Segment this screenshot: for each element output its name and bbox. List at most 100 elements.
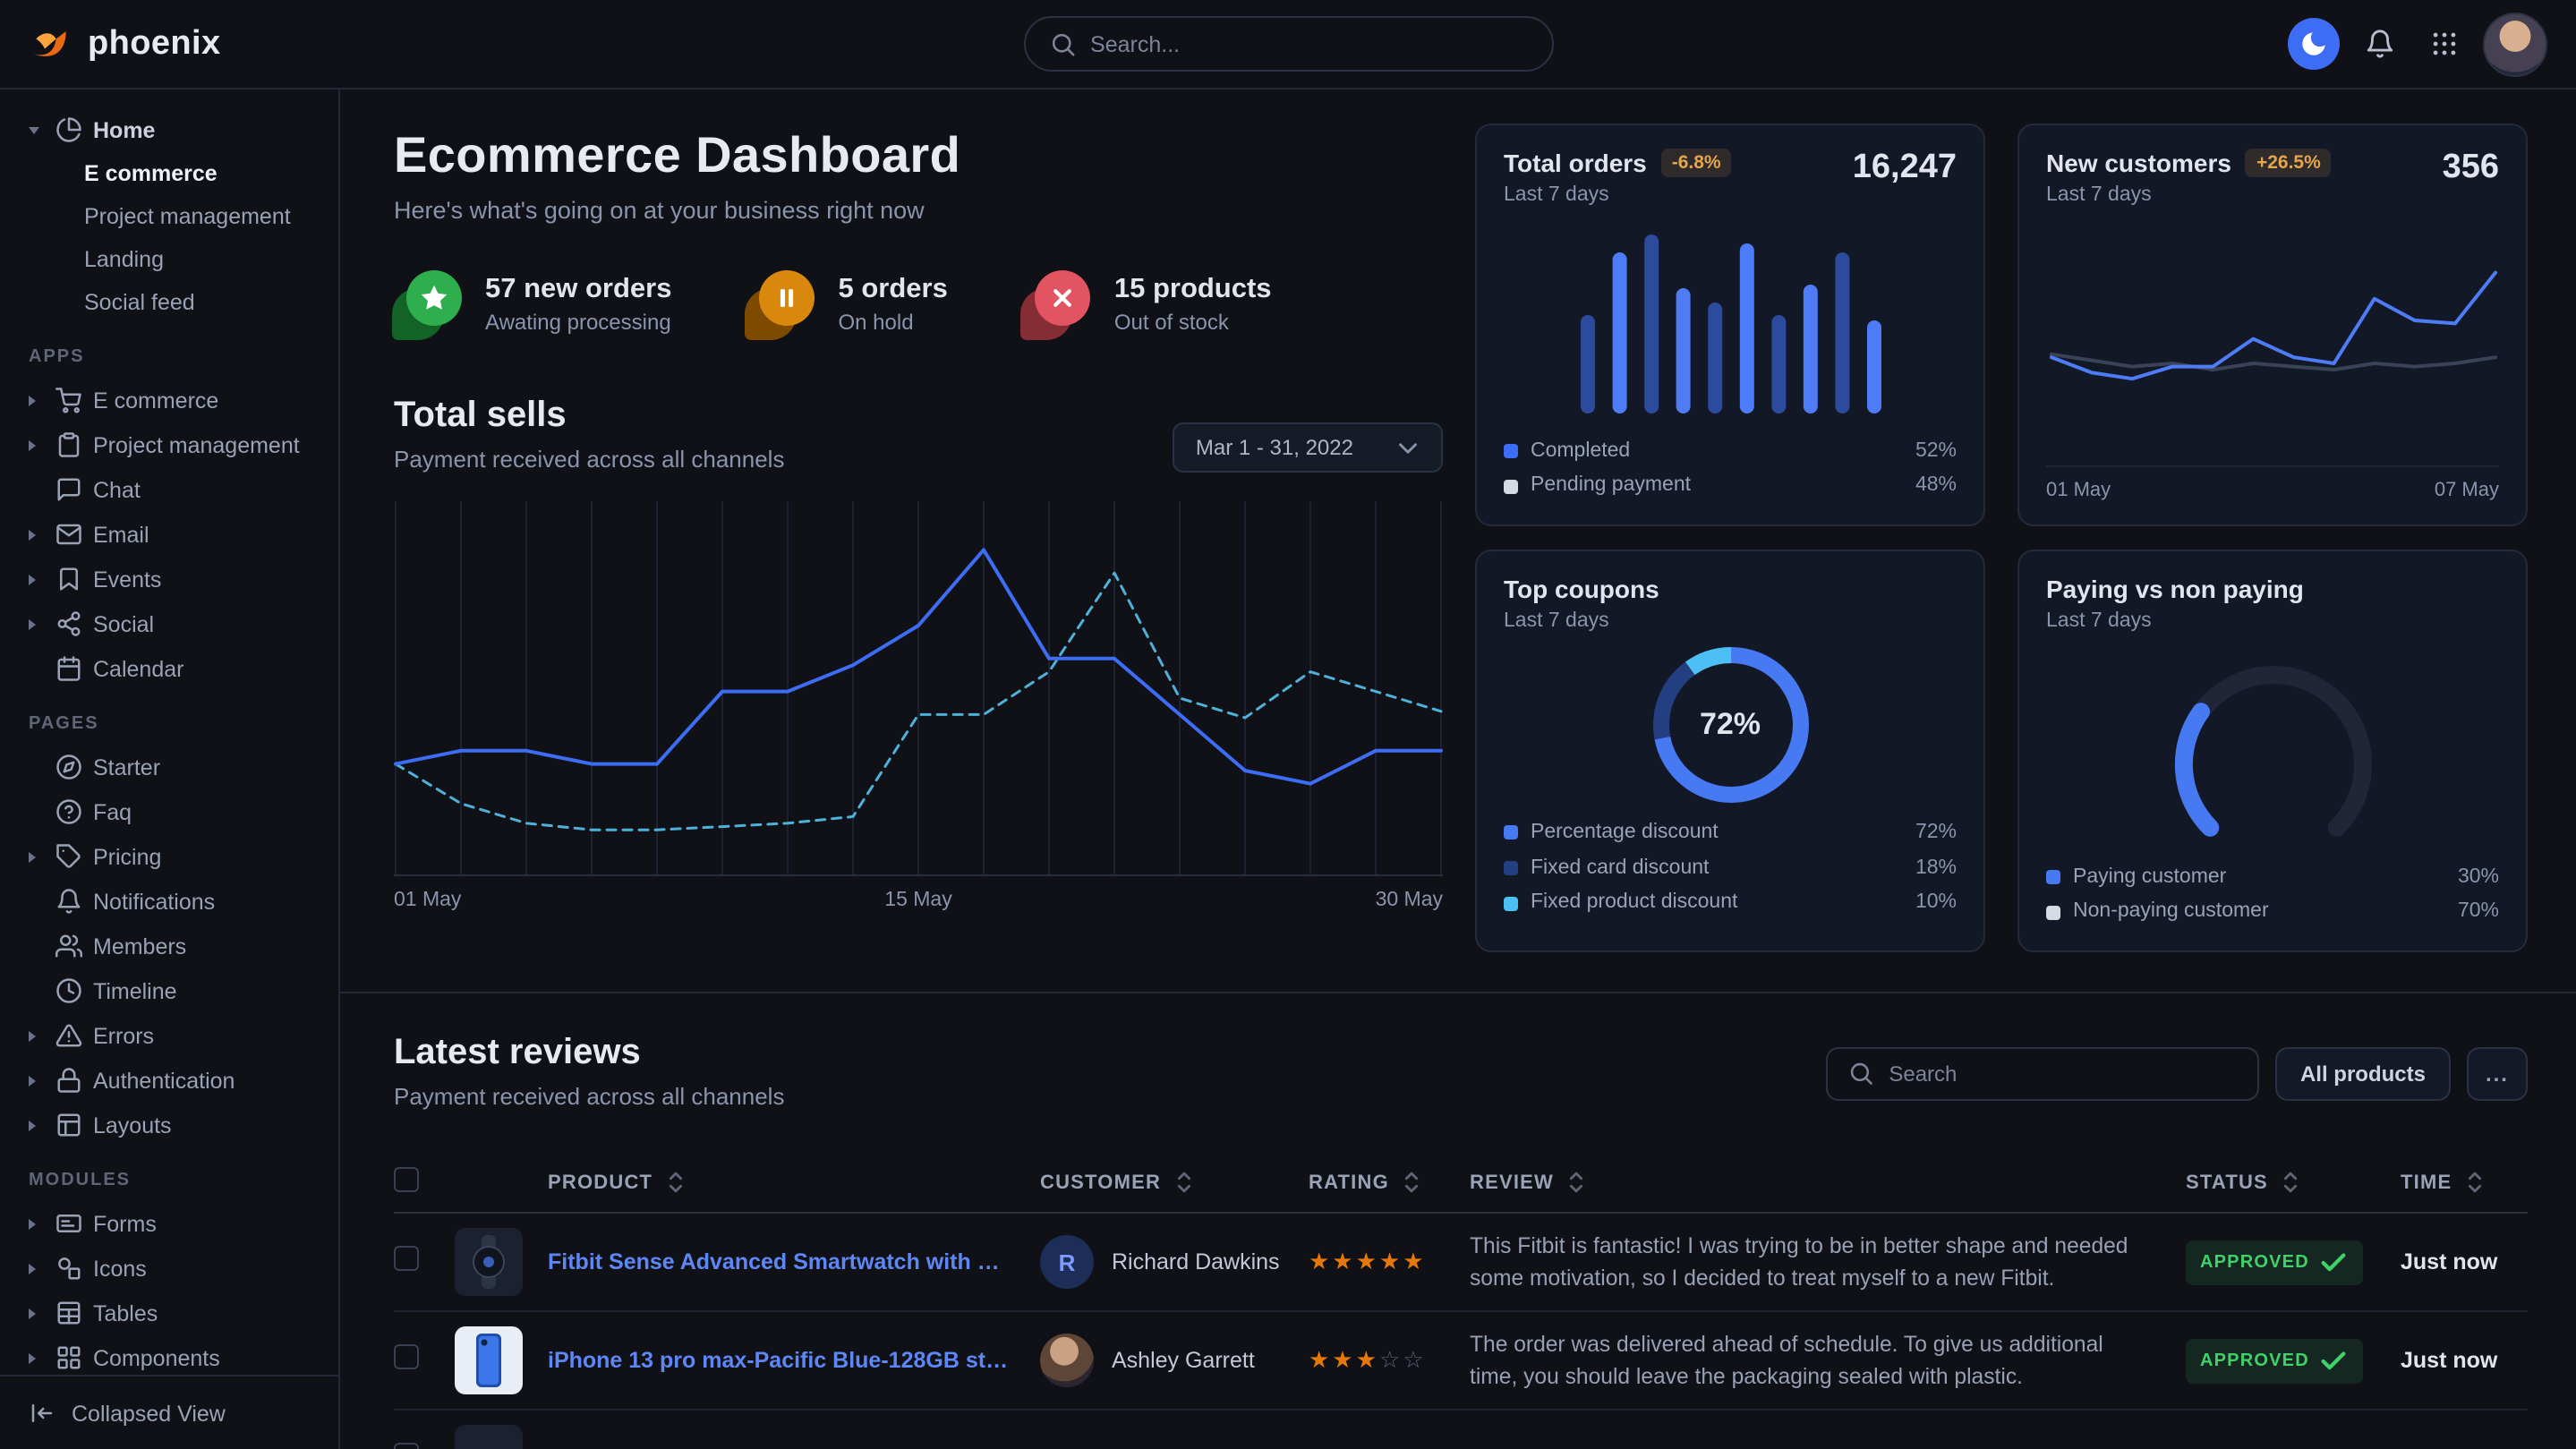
sidebar-item-social-feed[interactable]: Social feed [18, 281, 324, 324]
dashboard-top: Ecommerce Dashboard Here's what's going … [394, 89, 2528, 952]
global-search-input[interactable] [1090, 31, 1528, 56]
phoenix-logo-icon [29, 21, 73, 66]
sort-icon [2459, 1167, 2489, 1198]
total-orders-card: Total orders -6.8% Last 7 days 16,247 Co… [1475, 124, 1985, 526]
card-title: Top coupons [1504, 575, 1659, 603]
top-coupons-donut-chart: 72% [1644, 639, 1816, 811]
total-sells-subtitle: Payment received across all channels [394, 446, 784, 473]
collapse-icon [29, 1400, 55, 1427]
card-period: Last 7 days [2046, 610, 2304, 632]
sidebar-item-calendar[interactable]: Calendar [18, 646, 324, 691]
row-checkbox[interactable] [394, 1245, 419, 1270]
x-tick: 01 May [2046, 480, 2111, 501]
date-range-select[interactable]: Mar 1 - 31, 2022 [1173, 422, 1443, 473]
caret-right-icon [29, 1075, 45, 1086]
sidebar-item-errors[interactable]: Errors [18, 1013, 324, 1058]
status-label: APPROVED [2200, 1351, 2309, 1370]
column-header-review[interactable]: REVIEW [1470, 1167, 2186, 1198]
column-label: TIME [2401, 1172, 2452, 1193]
sidebar-item-social[interactable]: Social [18, 601, 324, 646]
apps-grid-button[interactable] [2418, 19, 2469, 69]
row-checkbox[interactable] [394, 1442, 419, 1449]
user-avatar[interactable] [2483, 12, 2547, 76]
column-header-time[interactable]: TIME [2401, 1167, 2529, 1198]
sidebar-item-forms[interactable]: Forms [18, 1201, 324, 1246]
sidebar-item-project-management[interactable]: Project management [18, 195, 324, 238]
legend-label: Non-paying customer [2073, 898, 2269, 927]
more-options-button[interactable]: ... [2467, 1047, 2528, 1101]
column-label: PRODUCT [548, 1172, 653, 1193]
customer-avatar[interactable] [1040, 1334, 1094, 1387]
row-checkbox[interactable] [394, 1343, 419, 1368]
collapsed-view-button[interactable]: Collapsed View [0, 1375, 338, 1449]
select-all-checkbox[interactable] [394, 1167, 419, 1192]
table-header: PRODUCT CUSTOMER RATING REVIEW STATUS TI… [394, 1153, 2528, 1214]
sidebar-item-events[interactable]: Events [18, 557, 324, 601]
product-thumbnail[interactable] [455, 1326, 523, 1394]
bell-icon [55, 888, 82, 915]
sidebar-item-notifications[interactable]: Notifications [18, 879, 324, 924]
pie-chart-icon [55, 116, 82, 143]
sidebar-item-landing[interactable]: Landing [18, 238, 324, 281]
card-title: Total orders [1504, 149, 1647, 177]
global-search[interactable] [1023, 16, 1553, 72]
sidebar-item-e-commerce[interactable]: E commerce [18, 152, 324, 195]
delta-badge: -6.8% [1661, 149, 1732, 177]
sidebar-item-members[interactable]: Members [18, 924, 324, 968]
stat-caption: Out of stock [1114, 310, 1272, 335]
sidebar-item-home[interactable]: Home [18, 107, 324, 152]
notifications-button[interactable] [2354, 19, 2404, 69]
legend-label: Pending payment [1531, 472, 1691, 501]
reviews-header: Latest reviews Payment received across a… [394, 1033, 2528, 1110]
reviews-table: PRODUCT CUSTOMER RATING REVIEW STATUS TI… [394, 1153, 2528, 1449]
table-icon [55, 1300, 82, 1326]
dashboard-left: Ecommerce Dashboard Here's what's going … [394, 124, 1443, 952]
theme-toggle-button[interactable] [2288, 18, 2340, 70]
product-link[interactable]: iPhone 13 pro max-Pacific Blue-128GB sto… [548, 1348, 1040, 1373]
card-period: Last 7 days [1504, 610, 1659, 632]
new-customers-line-chart [2047, 243, 2498, 429]
reviews-search[interactable] [1826, 1047, 2259, 1101]
components-icon [55, 1344, 82, 1371]
sidebar-item-layouts[interactable]: Layouts [18, 1103, 324, 1147]
total-sells-title: Total sells [394, 396, 784, 437]
product-link[interactable]: Fitbit Sense Advanced Smartwatch with To… [548, 1249, 1040, 1274]
sidebar-item-pricing[interactable]: Pricing [18, 834, 324, 879]
sidebar-item-project-management[interactable]: Project management [18, 422, 324, 467]
brand[interactable]: phoenix [29, 21, 221, 66]
sidebar-item-chat[interactable]: Chat [18, 467, 324, 512]
caret-right-icon [29, 439, 45, 450]
legend-value: 10% [1915, 889, 1957, 918]
column-header-rating[interactable]: RATING [1309, 1167, 1470, 1198]
sidebar-item-timeline[interactable]: Timeline [18, 968, 324, 1013]
sort-icon [1168, 1167, 1198, 1198]
top-navbar: phoenix [0, 0, 2576, 89]
sidebar-item-authentication[interactable]: Authentication [18, 1058, 324, 1103]
reviews-search-input[interactable] [1889, 1061, 2238, 1087]
status-label: APPROVED [2200, 1252, 2309, 1272]
caret-right-icon [29, 851, 45, 862]
sidebar-item-tables[interactable]: Tables [18, 1291, 324, 1335]
sidebar-item-label: Members [93, 933, 186, 959]
product-thumbnail[interactable] [455, 1425, 523, 1449]
product-thumbnail[interactable] [455, 1228, 523, 1296]
sidebar-item-components[interactable]: Components [18, 1335, 324, 1375]
customer-avatar[interactable]: R [1040, 1235, 1094, 1289]
chevron-down-icon [29, 126, 45, 133]
stat-value: 5 orders [839, 274, 948, 306]
sidebar-item-e-commerce[interactable]: E commerce [18, 378, 324, 422]
card-header: Top coupons Last 7 days [1504, 575, 1957, 632]
legend-row: Completed52% [1504, 436, 1957, 465]
paying-card: Paying vs non paying Last 7 days Paying … [2017, 550, 2528, 952]
sidebar-item-starter[interactable]: Starter [18, 745, 324, 789]
column-header-customer[interactable]: CUSTOMER [1040, 1167, 1309, 1198]
sidebar-item-email[interactable]: Email [18, 512, 324, 557]
all-products-button[interactable]: All products [2275, 1047, 2451, 1101]
latest-reviews-section: Latest reviews Payment received across a… [394, 993, 2528, 1449]
sidebar-item-faq[interactable]: Faq [18, 789, 324, 834]
page-subtitle: Here's what's going on at your business … [394, 197, 1443, 224]
sidebar-item-icons[interactable]: Icons [18, 1246, 324, 1291]
column-header-status[interactable]: STATUS [2186, 1167, 2401, 1198]
mail-icon [55, 521, 82, 548]
column-header-product[interactable]: PRODUCT [548, 1167, 1040, 1198]
